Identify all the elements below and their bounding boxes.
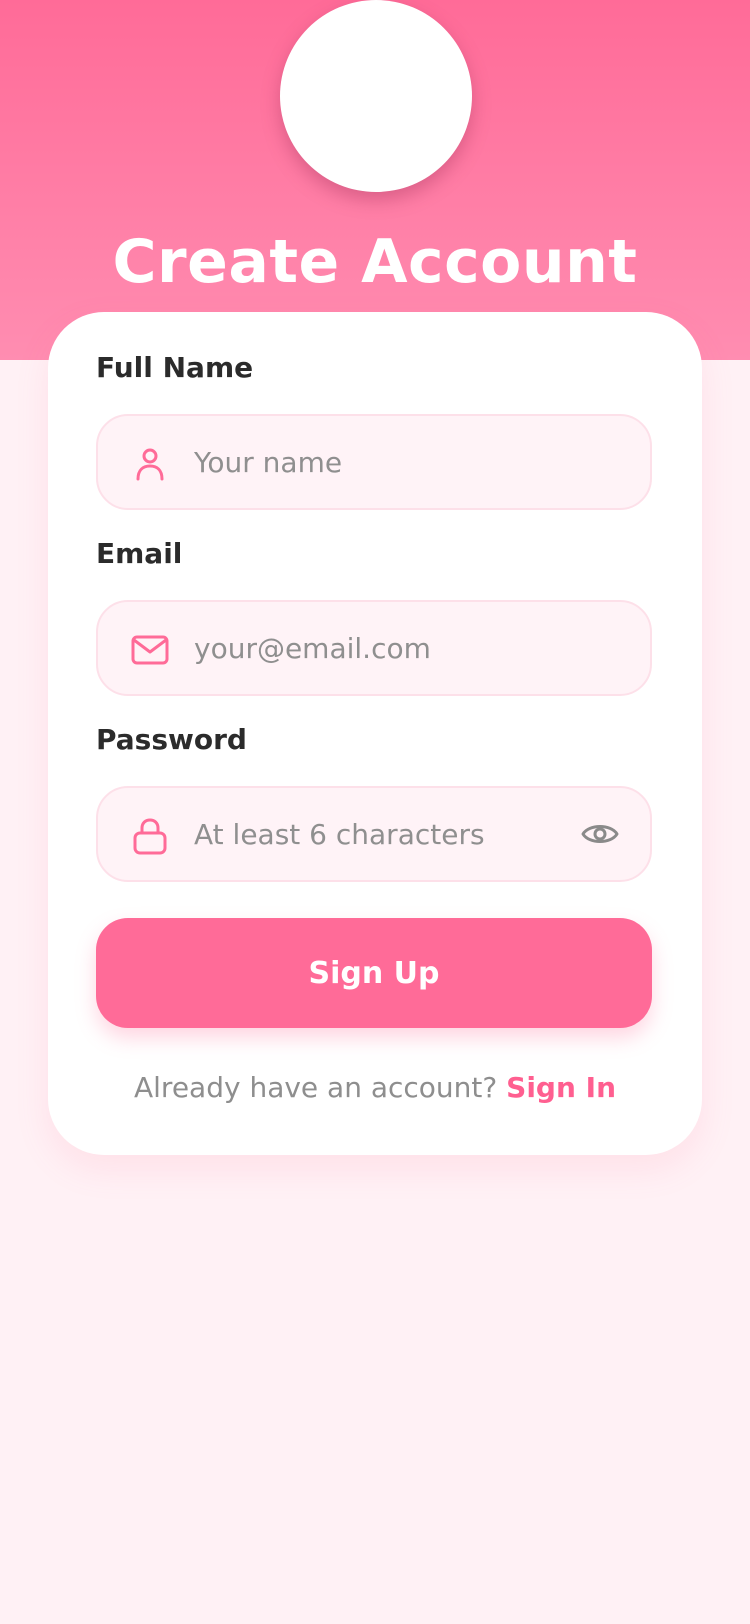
full-name-input[interactable] <box>194 416 574 508</box>
eye-icon[interactable] <box>580 818 620 850</box>
sign-in-prompt: Already have an account? <box>133 1071 498 1104</box>
page-title: Create Account <box>112 227 638 297</box>
user-icon <box>136 448 164 481</box>
sign-up-button[interactable]: Sign Up <box>96 918 652 1028</box>
lock-icon <box>133 818 167 855</box>
full-name-field[interactable] <box>96 414 652 510</box>
email-label: Email <box>96 537 183 570</box>
mail-icon <box>131 635 169 665</box>
sign-in-link[interactable]: Sign In <box>506 1071 616 1104</box>
sign-in-prompt-row: Already have an account? Sign In <box>48 1070 702 1106</box>
signup-card: Full Name Email Password Sign Up Already… <box>48 312 702 1155</box>
password-field[interactable] <box>96 786 652 882</box>
password-input[interactable] <box>194 788 574 880</box>
avatar <box>280 0 472 192</box>
email-input[interactable] <box>194 602 574 694</box>
password-label: Password <box>96 723 247 756</box>
email-field[interactable] <box>96 600 652 696</box>
full-name-label: Full Name <box>96 351 254 384</box>
